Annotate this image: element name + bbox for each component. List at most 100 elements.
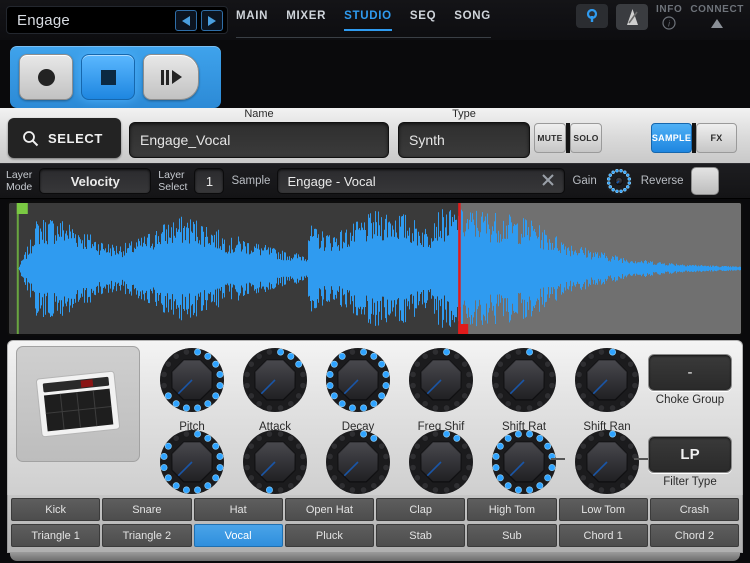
svg-text:i: i	[668, 20, 670, 29]
filter-type-label: Filter Type	[648, 476, 732, 488]
pad-label: Stab	[409, 530, 432, 542]
tab-song[interactable]: SONG	[454, 10, 491, 29]
select-button-label: SELECT	[48, 131, 103, 146]
pad-5[interactable]: Sub	[467, 524, 556, 547]
pad-1[interactable]: Triangle 2	[102, 524, 191, 547]
pad-3[interactable]: Open Hat	[285, 498, 374, 521]
app-title: Engage	[17, 12, 70, 29]
tab-main[interactable]: MAIN	[236, 10, 268, 29]
waveform-display[interactable]	[7, 201, 743, 336]
info-label: INFO	[656, 4, 682, 15]
pad-label: Kick	[45, 504, 66, 516]
knob-shift-random[interactable]: Shift Ran	[565, 347, 649, 433]
pad-2[interactable]: Hat	[194, 498, 283, 521]
reverse-caption: Reverse	[641, 175, 684, 187]
pad-7[interactable]: Chord 2	[650, 524, 739, 547]
pad-label: Hat	[230, 504, 247, 516]
knob-attack[interactable]: Attack	[233, 347, 317, 433]
layer-select-caption: Layer Select	[158, 169, 187, 193]
stop-button[interactable]	[81, 54, 135, 100]
pad-label: Triangle 2	[123, 530, 172, 542]
pad-6[interactable]: Chord 1	[559, 524, 648, 547]
pad-4[interactable]: Stab	[376, 524, 465, 547]
app-title-box: Engage	[6, 6, 228, 34]
record-button[interactable]	[19, 54, 73, 100]
pause-play-icon	[161, 70, 182, 85]
reverse-toggle[interactable]	[691, 167, 719, 195]
pad-2[interactable]: Vocal	[194, 524, 283, 547]
key-button[interactable]	[576, 4, 608, 28]
pad-6[interactable]: Low Tom	[559, 498, 648, 521]
mute-solo-group: MUTE SOLO	[534, 123, 602, 153]
type-field[interactable]: Synth	[398, 122, 530, 158]
device-base-strip	[10, 552, 740, 561]
filter-type-control[interactable]: LP Filter Type	[648, 436, 732, 488]
pad-1[interactable]: Snare	[102, 498, 191, 521]
metronome-icon	[624, 8, 641, 26]
pad-row-2: Triangle 1 Triangle 2 Vocal Pluck Stab Sub Cho…	[11, 524, 739, 547]
knob-shift-rate[interactable]: Shift Rat	[482, 347, 566, 433]
knob-pitch[interactable]: Pitch	[150, 347, 234, 433]
drum-pad-controller-icon	[29, 365, 127, 443]
pad-0[interactable]: Triangle 1	[11, 524, 100, 547]
filter-type-value[interactable]: LP	[648, 436, 732, 473]
pad-7[interactable]: Crash	[650, 498, 739, 521]
sample-field-value: Engage - Vocal	[287, 174, 375, 189]
pad-label: Crash	[680, 504, 709, 516]
mute-button[interactable]: MUTE	[534, 123, 566, 153]
tab-seq[interactable]: SEQ	[410, 10, 436, 29]
pad-5[interactable]: High Tom	[467, 498, 556, 521]
record-circle-icon	[38, 69, 55, 86]
pad-3[interactable]: Pluck	[285, 524, 374, 547]
app-header: Engage MAIN MIXER STUDIO SEQ SONG	[0, 0, 750, 40]
gain-knob[interactable]	[604, 166, 634, 196]
choke-group-value[interactable]: -	[648, 354, 732, 391]
tab-mixer[interactable]: MIXER	[286, 10, 326, 29]
connect-label: CONNECT	[690, 4, 744, 15]
connect-button[interactable]: CONNECT	[690, 4, 744, 34]
next-preset-button[interactable]	[201, 10, 223, 31]
transport-bar	[10, 46, 221, 108]
stop-square-icon	[101, 70, 116, 85]
info-circle-icon: i	[656, 16, 682, 35]
sample-fx-group: SAMPLE FX	[651, 123, 737, 153]
layer-sample-bar: Layer Mode Velocity Layer Select 1 Sampl…	[0, 163, 750, 199]
device-thumbnail[interactable]	[16, 346, 140, 462]
select-button[interactable]: SELECT	[8, 118, 121, 158]
info-button[interactable]: INFO i	[656, 4, 682, 35]
pad-label: Triangle 1	[31, 530, 80, 542]
sample-tab-button[interactable]: SAMPLE	[651, 123, 692, 153]
triangle-up-icon	[690, 16, 744, 34]
pad-row-1: Kick Snare Hat Open Hat ClapHigh TomLow Tom C…	[11, 498, 739, 521]
pad-label: Open Hat	[306, 504, 353, 516]
filter-link-dash-left	[551, 458, 565, 460]
choke-group-control[interactable]: - Choke Group	[648, 354, 732, 406]
pad-0[interactable]: Kick	[11, 498, 100, 521]
layer-mode-caption: Layer Mode	[6, 169, 32, 193]
prev-preset-button[interactable]	[175, 10, 197, 31]
sample-field[interactable]: Engage - Vocal	[277, 168, 565, 194]
pad-label: Chord 1	[584, 530, 623, 542]
pad-label: Sub	[502, 530, 522, 542]
name-field[interactable]: Engage_Vocal	[129, 122, 389, 158]
play-pause-button[interactable]	[143, 54, 199, 100]
knob-decay[interactable]: Decay	[316, 347, 400, 433]
key-icon	[586, 9, 598, 23]
type-field-caption: Type	[398, 108, 530, 120]
layer-select-value[interactable]: 1	[194, 168, 224, 194]
type-field-group: Type Synth	[398, 108, 530, 158]
metronome-button[interactable]	[616, 4, 648, 30]
pad-label: Chord 2	[675, 530, 714, 542]
layer-mode-select[interactable]: Velocity	[39, 168, 151, 194]
arrow-left-icon	[182, 16, 190, 26]
knob-freq-shift[interactable]: Freq Shif	[399, 347, 483, 433]
solo-button[interactable]: SOLO	[570, 123, 602, 153]
name-field-group: Name Engage_Vocal	[129, 108, 389, 158]
fx-tab-button[interactable]: FX	[696, 123, 737, 153]
arrow-right-icon	[208, 16, 216, 26]
close-x-icon[interactable]	[541, 173, 555, 190]
pad-4[interactable]: Clap	[376, 498, 465, 521]
pad-grid: Kick Snare Hat Open Hat ClapHigh TomLow Tom C…	[7, 495, 743, 553]
tab-studio[interactable]: STUDIO	[344, 10, 392, 31]
pad-label: Vocal	[225, 530, 252, 542]
